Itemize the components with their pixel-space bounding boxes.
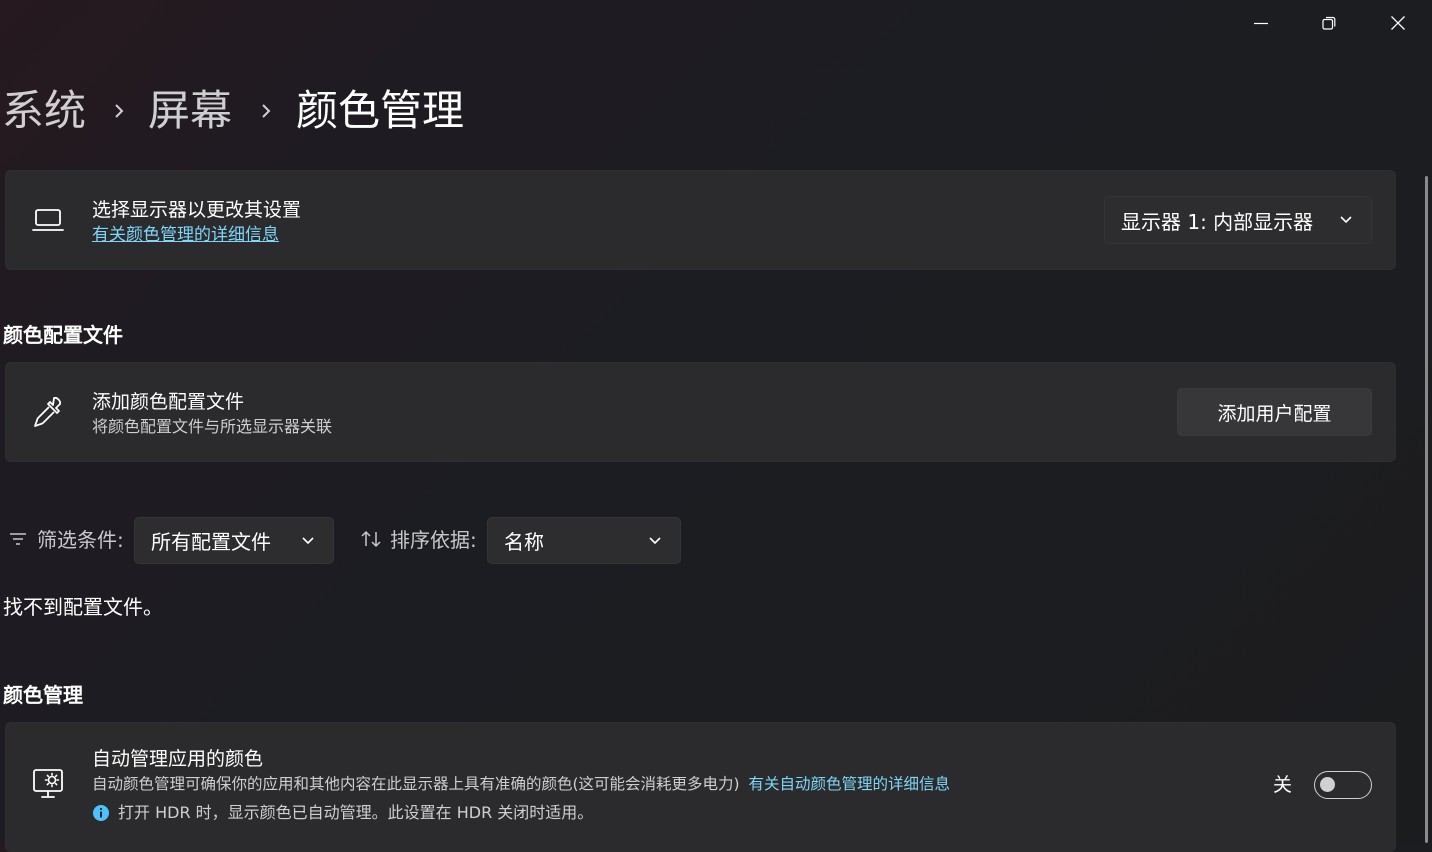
- chevron-right-icon: [112, 100, 126, 126]
- auto-color-title: 自动管理应用的颜色: [92, 748, 264, 770]
- close-button[interactable]: [1375, 0, 1421, 46]
- page-title: 颜色管理: [296, 86, 465, 135]
- eyedropper-icon: [32, 395, 64, 433]
- color-management-heading: 颜色管理: [3, 683, 83, 707]
- breadcrumb-item-display[interactable]: 屏幕: [148, 84, 232, 138]
- chevron-down-icon: [648, 536, 662, 546]
- info-icon: [92, 804, 110, 826]
- sort-icon: [361, 530, 381, 552]
- chevron-down-icon: [1339, 215, 1353, 225]
- add-profile-subtitle: 将颜色配置文件与所选显示器关联: [92, 417, 333, 436]
- laptop-icon: [32, 207, 64, 237]
- restore-icon: [1322, 16, 1336, 30]
- auto-color-description-text: 自动颜色管理可确保你的应用和其他内容在此显示器上具有准确的颜色(这可能会消耗更多…: [92, 775, 740, 793]
- auto-color-description: 自动颜色管理可确保你的应用和其他内容在此显示器上具有准确的颜色(这可能会消耗更多…: [92, 773, 950, 795]
- toggle-knob: [1320, 777, 1335, 792]
- add-profile-title: 添加颜色配置文件: [92, 391, 245, 413]
- filter-dropdown[interactable]: 所有配置文件: [134, 517, 334, 564]
- display-dropdown-value: 显示器 1: 内部显示器: [1121, 209, 1314, 234]
- display-select-title: 选择显示器以更改其设置: [92, 199, 302, 221]
- breadcrumb-item-system[interactable]: 系统: [2, 84, 86, 138]
- sort-dropdown[interactable]: 名称: [487, 517, 681, 564]
- chevron-right-icon: [259, 100, 273, 126]
- sort-dropdown-value: 名称: [504, 530, 544, 554]
- display-select-card: 选择显示器以更改其设置 有关颜色管理的详细信息 显示器 1: 内部显示器: [5, 170, 1396, 270]
- filter-label: 筛选条件:: [37, 528, 124, 552]
- minimize-button[interactable]: [1238, 0, 1284, 46]
- scrollbar[interactable]: [1425, 176, 1428, 843]
- display-dropdown[interactable]: 显示器 1: 内部显示器: [1104, 196, 1372, 244]
- hdr-info-text: 打开 HDR 时，显示颜色已自动管理。此设置在 HDR 关闭时适用。: [118, 803, 594, 822]
- add-profile-card: 添加颜色配置文件 将颜色配置文件与所选显示器关联 添加用户配置: [5, 362, 1396, 462]
- filter-dropdown-value: 所有配置文件: [151, 530, 271, 554]
- color-settings-icon: [32, 767, 66, 805]
- color-profiles-heading: 颜色配置文件: [3, 323, 123, 347]
- auto-color-management-card: 自动管理应用的颜色 自动颜色管理可确保你的应用和其他内容在此显示器上具有准确的颜…: [5, 722, 1396, 852]
- empty-profiles-text: 找不到配置文件。: [3, 595, 163, 619]
- sort-label: 排序依据:: [390, 528, 477, 552]
- color-management-info-link[interactable]: 有关颜色管理的详细信息: [92, 224, 279, 246]
- restore-button[interactable]: [1306, 0, 1352, 46]
- minimize-icon: [1254, 22, 1268, 25]
- auto-color-toggle[interactable]: [1314, 771, 1372, 799]
- filter-icon: [9, 531, 27, 551]
- close-icon: [1391, 16, 1405, 30]
- add-user-profile-button[interactable]: 添加用户配置: [1177, 388, 1372, 436]
- chevron-down-icon: [301, 536, 315, 546]
- toggle-state-label: 关: [1273, 774, 1293, 796]
- auto-color-info-link[interactable]: 有关自动颜色管理的详细信息: [749, 775, 951, 793]
